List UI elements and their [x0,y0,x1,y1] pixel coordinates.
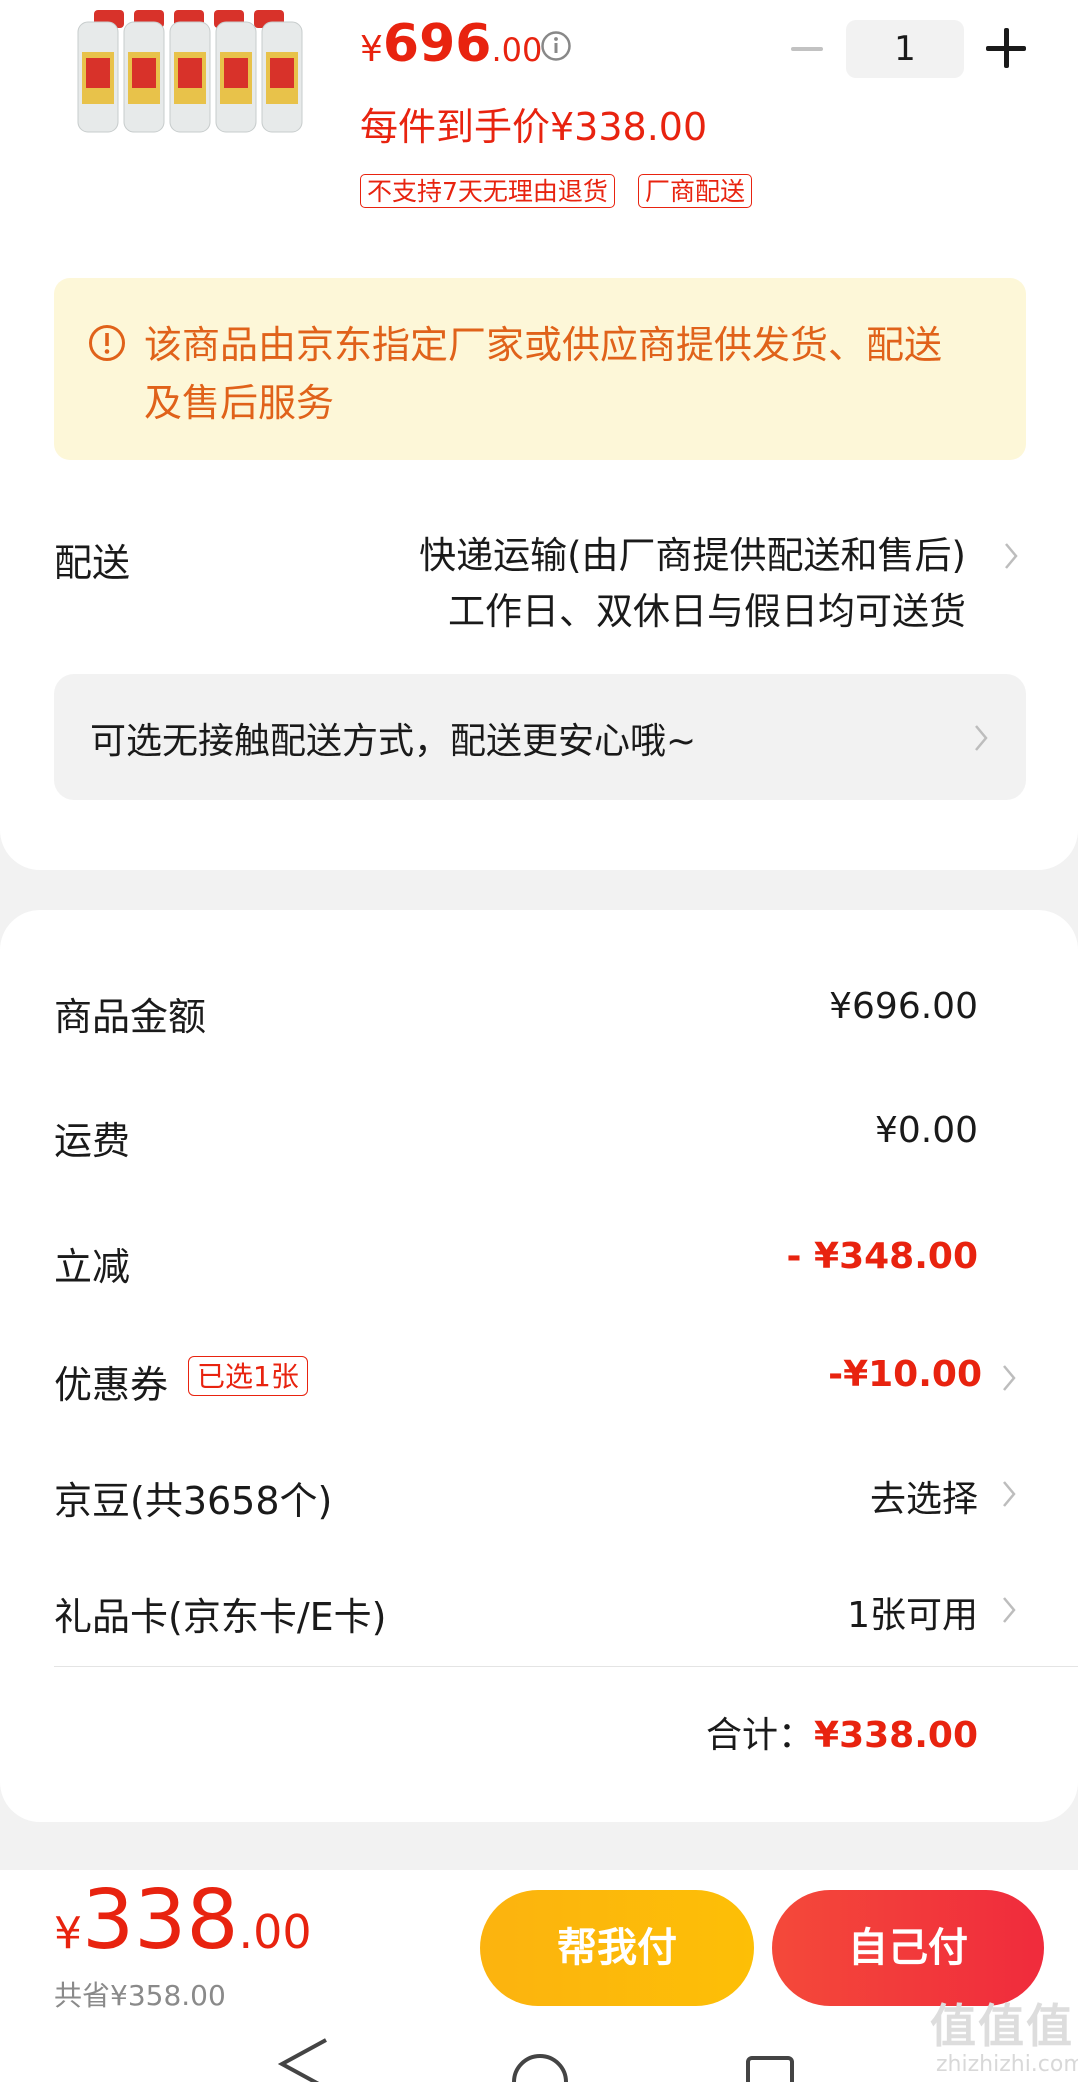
nav-back-icon[interactable] [277,2038,327,2082]
quantity-value[interactable]: 1 [846,20,964,78]
goods-amount-label: 商品金额 [54,995,207,1039]
delivery-method-text: 快递运输(由厂商提供配送和售后) [419,534,966,577]
pay-total-currency: ¥ [54,1908,82,1959]
pay-total-decimal: .00 [238,1905,312,1959]
coupon-value[interactable]: -¥10.00 [828,1354,982,1395]
summary-divider [54,1666,1078,1667]
contactless-text: 可选无接触配送方式，配送更安心哦~ [90,721,697,762]
gift-card-value[interactable]: 1张可用 [847,1586,978,1638]
instant-discount-value: - ¥348.00 [786,1236,978,1277]
coupon-selected-tag: 已选1张 [188,1356,308,1396]
gift-card-label: 礼品卡(京东卡/E卡) [54,1595,387,1639]
gift-card-chevron-icon[interactable] [1000,1594,1018,1626]
delivery-method[interactable]: 快递运输(由厂商提供配送和售后) 工作日、双休日与假日均可送货 [419,528,966,640]
delivery-label: 配送 [54,541,131,585]
price-integer: 696 [382,14,492,74]
instant-discount-label: 立减 [54,1245,131,1289]
contactless-chevron-icon[interactable] [972,722,990,754]
price-decimal: .00 [491,31,543,69]
quantity-decrease-button[interactable] [786,34,828,64]
vendor-delivery-tag: 厂商配送 [638,174,753,208]
coupon-label: 优惠券 [54,1363,169,1407]
watermark-logo: 值值值 [930,1999,1074,2053]
jd-beans-label: 京豆(共3658个) [54,1479,333,1523]
order-total: 合计：¥338.00 [706,1706,978,1758]
notice-text: 该商品由京东指定厂家或供应商提供发货、配送及售后服务 [144,323,943,425]
no-return-tag: 不支持7天无理由退货 [360,174,615,208]
jd-beans-chevron-icon[interactable] [1000,1478,1018,1510]
order-total-value: ¥338.00 [814,1715,978,1756]
total-saved-text: 共省¥358.00 [54,1979,226,2012]
per-item-price: 每件到手价¥338.00 [360,105,708,149]
delivery-schedule-text: 工作日、双休日与假日均可送货 [448,590,966,633]
goods-amount-value: ¥696.00 [829,986,978,1027]
product-image[interactable] [74,8,314,134]
shipping-fee-value: ¥0.00 [874,1110,978,1151]
product-price: ¥696.00 [360,18,542,70]
pay-total-price: ¥338.00 [54,1880,312,1962]
price-currency: ¥ [360,29,383,70]
system-navigation-bar [277,2038,794,2082]
watermark-url: zhizhizhi.com [936,2052,1078,2077]
jd-beans-value[interactable]: 去选择 [870,1470,978,1522]
price-info-icon[interactable] [540,30,572,62]
delivery-chevron-icon[interactable] [1002,540,1020,572]
help-me-pay-button[interactable]: 帮我付 [480,1890,754,2006]
order-total-label: 合计： [706,1715,815,1756]
coupon-chevron-icon[interactable] [1000,1362,1018,1394]
nav-recents-icon[interactable] [746,2056,794,2082]
nav-home-icon[interactable] [512,2054,568,2082]
pay-myself-button[interactable]: 自己付 [772,1890,1044,2006]
pay-total-integer: 338 [82,1873,239,1968]
shipping-fee-label: 运费 [54,1119,131,1163]
notice-info-icon [89,325,125,361]
quantity-increase-button[interactable] [986,28,1026,68]
